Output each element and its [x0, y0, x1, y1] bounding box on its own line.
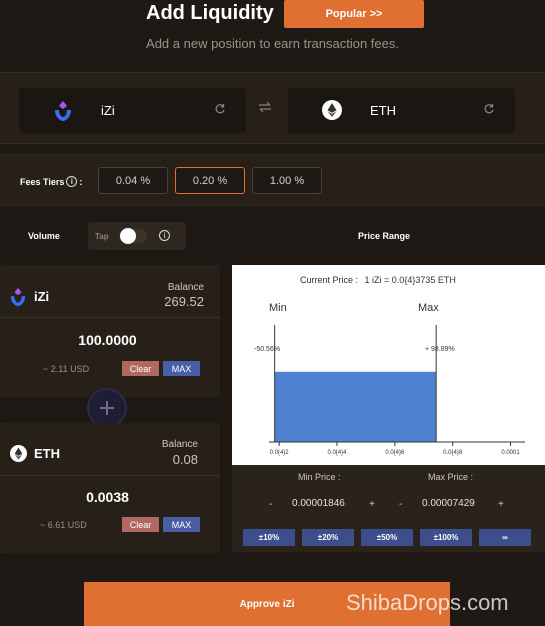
token-a-selector[interactable]: iZi: [19, 88, 246, 133]
max-price-increase[interactable]: +: [498, 499, 504, 510]
tap-label: Tap: [95, 232, 109, 241]
deposit-token-name: ETH: [34, 446, 60, 461]
deposit-token-name: iZi: [34, 289, 50, 304]
min-price-increase[interactable]: +: [369, 499, 375, 510]
balance-label: Balance: [167, 282, 204, 293]
min-price-input[interactable]: 0.00001846: [292, 498, 354, 509]
range-10-button[interactable]: ±10%: [243, 529, 295, 546]
min-price-decrease[interactable]: -: [269, 499, 272, 510]
divider: [0, 475, 220, 476]
range-50-button[interactable]: ±50%: [361, 529, 413, 546]
range-full-button[interactable]: ∞: [479, 529, 531, 546]
watermark: ShibaDrops.com: [346, 590, 509, 615]
refresh-icon[interactable]: [483, 103, 495, 118]
range-20-button[interactable]: ±20%: [302, 529, 354, 546]
min-price-label: Min Price :: [298, 472, 341, 482]
range-100-button[interactable]: ±100%: [420, 529, 472, 546]
price-range-label: Price Range: [358, 231, 411, 241]
balance-value: 269.52: [164, 294, 204, 309]
clear-button[interactable]: Clear: [122, 361, 159, 376]
fee-tier-004[interactable]: 0.04 %: [98, 167, 168, 194]
fee-tier-100[interactable]: 1.00 %: [252, 167, 322, 194]
balance-value: 0.08: [172, 452, 198, 467]
fees-tiers-label: Fees Tiers i :: [20, 176, 83, 187]
price-range-chart-panel: Current Price : 1 iZi = 0.0{4}3735 ETH M…: [232, 265, 545, 465]
amount-input[interactable]: 0.0038: [0, 489, 215, 505]
izi-logo-icon: [55, 101, 71, 121]
token-b-selector[interactable]: ETH: [288, 88, 515, 133]
fee-tier-020[interactable]: 0.20 %: [175, 167, 245, 194]
x-tick-label: 0.0{4}4: [327, 450, 347, 456]
info-icon[interactable]: i: [159, 230, 170, 241]
swap-arrows-icon[interactable]: [258, 101, 272, 116]
popular-button[interactable]: Popular >>: [284, 0, 424, 28]
max-button[interactable]: MAX: [163, 517, 200, 532]
page-title: Add Liquidity: [146, 2, 274, 24]
x-tick-label: 0.0001: [501, 450, 520, 456]
refresh-icon[interactable]: [214, 103, 226, 118]
range-fill-area: [274, 371, 437, 442]
price-range-chart[interactable]: 0.0{4}2 0.0{4}4 0.0{4}6 0.0{4}8 0.0001: [232, 265, 545, 465]
max-price-input[interactable]: 0.00007429: [422, 498, 482, 509]
page-subtitle: Add a new position to earn transaction f…: [146, 36, 399, 51]
max-button[interactable]: MAX: [163, 361, 200, 376]
usd-estimate: ~ 6.61 USD: [40, 520, 87, 530]
eth-logo-icon: [322, 100, 342, 120]
x-tick-label: 0.0{4}2: [270, 450, 290, 456]
max-price-label: Max Price :: [428, 472, 474, 482]
divider: [0, 317, 220, 318]
x-tick-label: 0.0{4}8: [443, 450, 463, 456]
eth-logo-icon: [10, 445, 27, 462]
clear-button[interactable]: Clear: [122, 517, 159, 532]
izi-logo-icon: [10, 287, 26, 307]
add-token-plus-icon: [87, 388, 127, 428]
token-a-name: iZi: [101, 103, 115, 118]
usd-estimate: ~ 2.11 USD: [43, 364, 90, 374]
balance-label: Balance: [161, 439, 198, 450]
amount-input[interactable]: 100.0000: [0, 332, 215, 348]
info-icon[interactable]: i: [66, 176, 78, 187]
deposit-card-izi: iZi Balance 269.52 100.0000 ~ 2.11 USD C…: [0, 265, 220, 397]
deposit-card-eth: ETH Balance 0.08 0.0038 ~ 6.61 USD Clear…: [0, 423, 220, 553]
x-tick-label: 0.0{4}6: [385, 450, 405, 456]
token-b-name: ETH: [370, 103, 396, 118]
toggle-knob[interactable]: [120, 228, 136, 244]
max-price-decrease[interactable]: -: [399, 499, 402, 510]
volume-label: Volume: [28, 231, 60, 241]
